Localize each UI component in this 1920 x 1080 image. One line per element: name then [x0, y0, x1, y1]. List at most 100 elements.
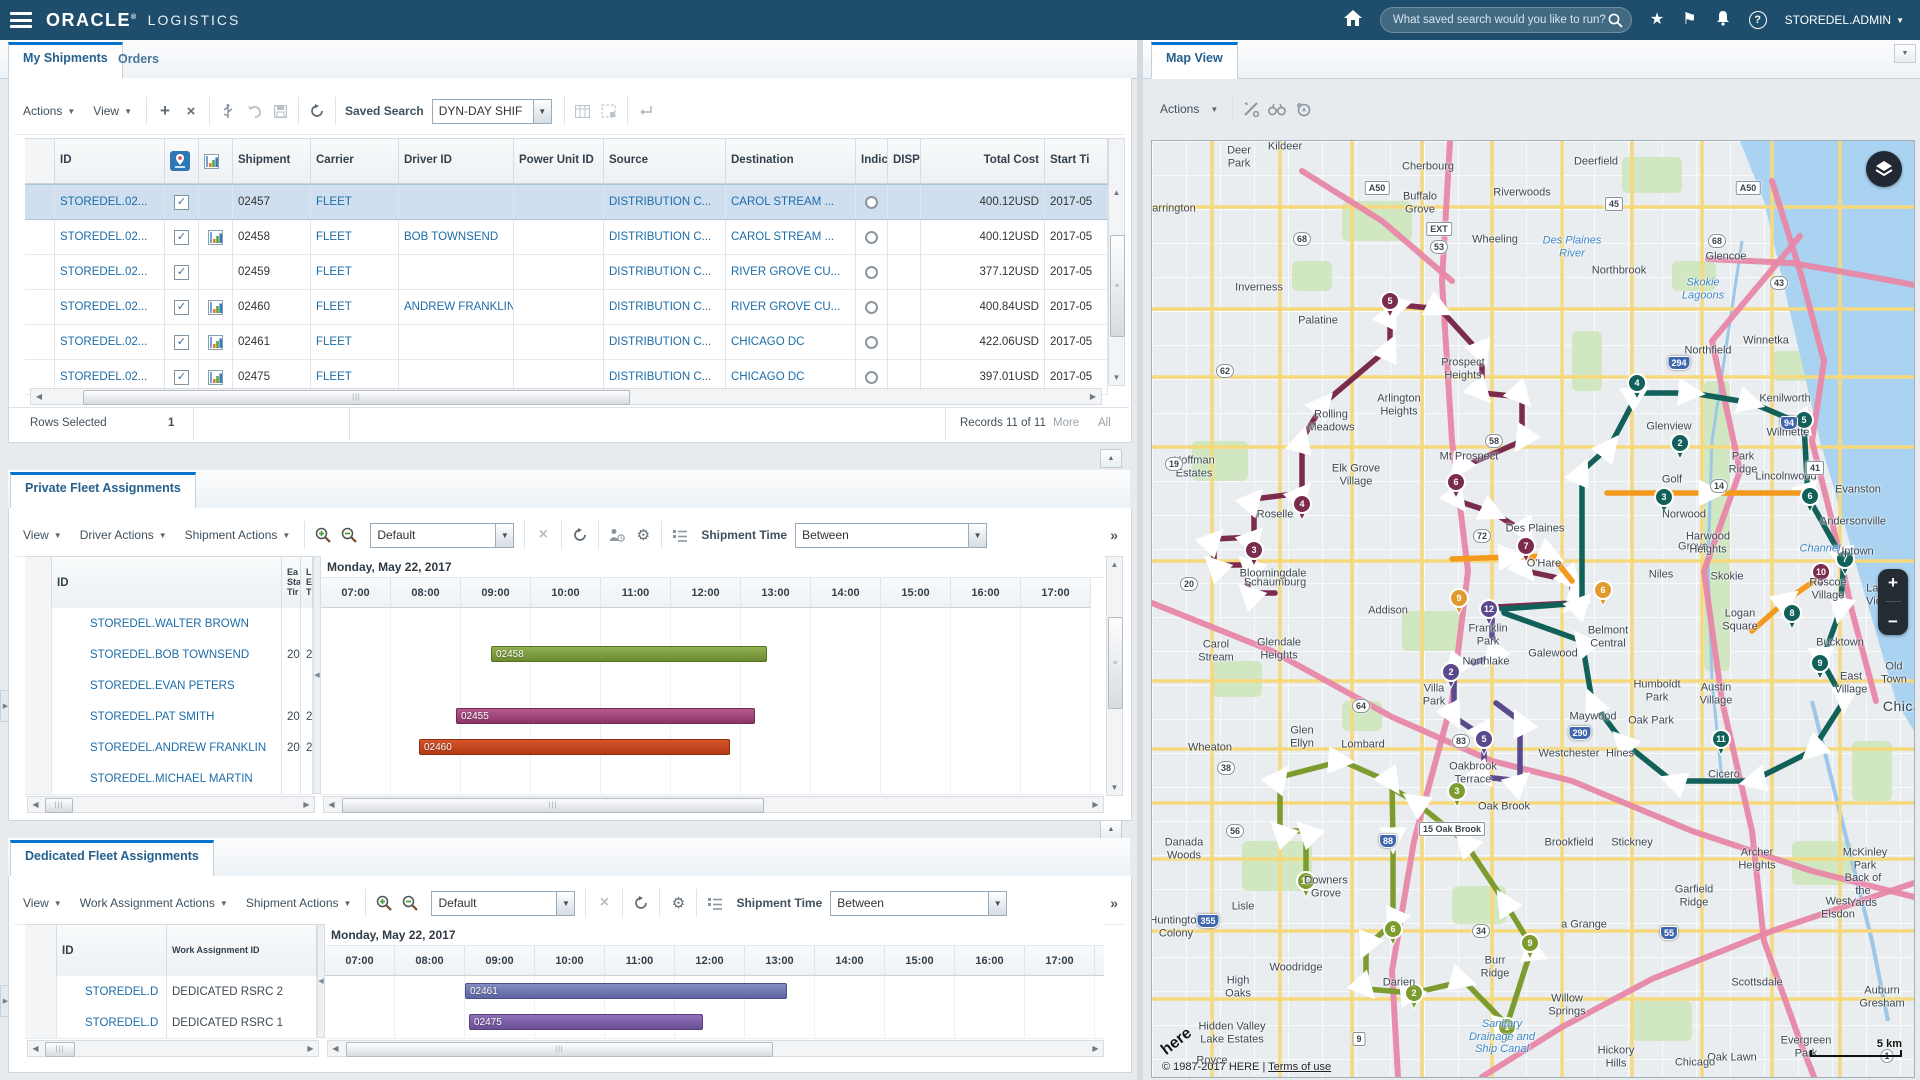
marquee-select-icon[interactable]	[596, 99, 622, 123]
pf-grid-row[interactable]: STOREDEL.MICHAEL MARTIN	[25, 763, 313, 795]
home-icon[interactable]	[1344, 10, 1362, 30]
driver-link[interactable]: ANDREW FRANKLIN	[399, 290, 514, 324]
pf-refresh-icon[interactable]	[567, 523, 593, 547]
gantt-bar-02458[interactable]: 02458	[491, 646, 767, 662]
column-header-Indic[interactable]: Indic	[856, 139, 888, 183]
zoom-out-icon[interactable]	[336, 523, 362, 547]
tab-private-fleet-assignments[interactable]: Private Fleet Assignments	[10, 472, 196, 509]
pf-grid-row[interactable]: STOREDEL.ANDREW FRANKLIN20:2	[25, 732, 313, 764]
add-icon[interactable]: +	[152, 99, 178, 123]
table-row[interactable]: STOREDEL.02...✓02461FLEETDISTRIBUTION C.…	[25, 325, 1108, 360]
favorites-star-icon[interactable]: ★	[1650, 12, 1664, 28]
map-layers-button[interactable]	[1866, 151, 1902, 187]
pf-shipment-time-dropdown[interactable]: Between▼	[795, 523, 987, 548]
column-header-Driver ID[interactable]: Driver ID	[399, 139, 514, 183]
destination-link[interactable]: CAROL STREAM ...	[726, 220, 856, 254]
row-checkbox[interactable]: ✓	[165, 290, 199, 324]
column-header-Start Ti[interactable]: Start Ti	[1045, 139, 1108, 183]
df-view-menu[interactable]: View▼	[14, 890, 71, 916]
user-menu[interactable]: STOREDEL.ADMIN ▼	[1785, 13, 1904, 27]
search-icon[interactable]	[1608, 13, 1623, 28]
map-zoom-control[interactable]: + −	[1878, 569, 1908, 635]
overview-compass-icon[interactable]	[1290, 97, 1316, 121]
df-legend-list-icon[interactable]	[702, 891, 728, 915]
map-zoom-out-button[interactable]: −	[1888, 613, 1898, 630]
column-header-Total Cost[interactable]: Total Cost	[921, 139, 1045, 183]
df-refresh-icon[interactable]	[628, 891, 654, 915]
df-zoom-in-icon[interactable]	[371, 891, 397, 915]
pf-overflow-icon[interactable]: »	[1110, 527, 1118, 543]
carrier-link[interactable]: FLEET	[311, 255, 399, 289]
df-shipment-time-dropdown[interactable]: Between▼	[830, 891, 1007, 916]
destination-link[interactable]: CHICAGO DC	[726, 325, 856, 359]
help-icon[interactable]: ?	[1749, 11, 1767, 29]
pf-driver-id-link[interactable]: STOREDEL.WALTER BROWN	[52, 608, 282, 639]
source-link[interactable]: DISTRIBUTION C...	[604, 290, 726, 324]
df-grid-row[interactable]: STOREDEL.DDEDICATED RSRC 1	[25, 1007, 317, 1039]
tab-orders[interactable]: Orders	[104, 46, 173, 79]
table-row[interactable]: STOREDEL.02...✓02459FLEETDISTRIBUTION C.…	[25, 255, 1108, 290]
column-header-Carrier[interactable]: Carrier	[311, 139, 399, 183]
table-row[interactable]: STOREDEL.02...✓02458FLEETBOB TOWNSENDDIS…	[25, 220, 1108, 255]
indicator-radio[interactable]	[856, 325, 888, 359]
refresh-icon[interactable]	[304, 99, 330, 123]
pane-splitter[interactable]	[1137, 40, 1143, 1080]
df-resource-id-link[interactable]: STOREDEL.D	[57, 976, 167, 1007]
row-chart-icon[interactable]	[199, 220, 233, 254]
column-header-Destination[interactable]: Destination	[726, 139, 856, 183]
legend-list-icon[interactable]	[667, 523, 693, 547]
pf-grid-splitter[interactable]: ◀	[313, 556, 321, 794]
column-header-0[interactable]	[25, 139, 55, 183]
flag-icon[interactable]: ⚑	[1682, 12, 1696, 28]
shipment-id-link[interactable]: STOREDEL.02...	[55, 290, 165, 324]
df-wa-actions-menu[interactable]: Work Assignment Actions▼	[71, 890, 237, 916]
saved-search-dropdown[interactable]: DYN-DAY SHIF▼	[432, 99, 552, 124]
pf-driver-actions-menu[interactable]: Driver Actions▼	[71, 522, 176, 548]
df-gantt-hscroll[interactable]: ◀ ||| ▶	[327, 1040, 1104, 1057]
hamburger-menu-icon[interactable]	[10, 12, 32, 28]
gantt-bar-02475[interactable]: 02475	[469, 1014, 703, 1030]
notifications-bell-icon[interactable]	[1715, 10, 1731, 30]
row-checkbox[interactable]: ✓	[165, 220, 199, 254]
settings-gear-icon[interactable]: ⚙	[630, 523, 656, 547]
pf-gantt-vscroll[interactable]: ▲ ≡ ▼	[1106, 556, 1123, 796]
pf-grid-row[interactable]: STOREDEL.EVAN PETERS	[25, 670, 313, 702]
pf-grid-hscroll[interactable]: ◀ ||| ▶	[27, 796, 315, 813]
source-link[interactable]: DISTRIBUTION C...	[604, 325, 726, 359]
map-pane-menu-button[interactable]: ▼	[1894, 44, 1916, 63]
pf-shipment-actions-menu[interactable]: Shipment Actions▼	[176, 522, 300, 548]
indicator-radio[interactable]	[856, 220, 888, 254]
column-header-chart-icon[interactable]	[199, 139, 233, 183]
indicator-radio[interactable]	[856, 290, 888, 324]
df-grid-hscroll[interactable]: ◀ ||| ▶	[27, 1040, 319, 1057]
pf-delete-icon[interactable]: ×	[530, 523, 556, 547]
tab-dedicated-fleet-assignments[interactable]: Dedicated Fleet Assignments	[10, 840, 214, 877]
row-chart-icon[interactable]	[199, 290, 233, 324]
map-canvas[interactable]: 543671023456789119612251036912 Deer Park…	[1151, 140, 1915, 1078]
column-header-Power Unit ID[interactable]: Power Unit ID	[514, 139, 604, 183]
map-zoom-in-button[interactable]: +	[1888, 574, 1898, 591]
carrier-link[interactable]: FLEET	[311, 325, 399, 359]
pf-preset-dropdown[interactable]: Default▼	[370, 523, 514, 548]
table-icon[interactable]	[570, 99, 596, 123]
undo-icon[interactable]	[241, 99, 267, 123]
view-menu[interactable]: View▼	[84, 98, 141, 124]
row-checkbox[interactable]: ✓	[165, 185, 199, 219]
df-resource-id-link[interactable]: STOREDEL.D	[57, 1007, 167, 1038]
destination-link[interactable]: CAROL STREAM ...	[726, 185, 856, 219]
pf-grid-row[interactable]: STOREDEL.WALTER BROWN	[25, 608, 313, 640]
gantt-bar-02460[interactable]: 02460	[419, 739, 730, 755]
table-row[interactable]: STOREDEL.02...✓02457FLEETDISTRIBUTION C.…	[25, 184, 1108, 220]
tab-map-view[interactable]: Map View	[1151, 42, 1238, 79]
column-header-DISP[interactable]: DISP	[888, 139, 921, 183]
row-checkbox[interactable]: ✓	[165, 255, 199, 289]
pf-driver-id-link[interactable]: STOREDEL.EVAN PETERS	[52, 670, 282, 701]
df-preset-dropdown[interactable]: Default▼	[431, 891, 575, 916]
splitter-collapse-up-button[interactable]: ▲	[1100, 449, 1122, 468]
pf-driver-id-link[interactable]: STOREDEL.BOB TOWNSEND	[52, 639, 282, 670]
column-header-map-pin-icon[interactable]	[165, 139, 199, 183]
df-grid-row[interactable]: STOREDEL.DDEDICATED RSRC 2	[25, 976, 317, 1008]
zoom-in-icon[interactable]	[310, 523, 336, 547]
shipment-id-link[interactable]: STOREDEL.02...	[55, 185, 165, 219]
save-icon[interactable]	[267, 99, 293, 123]
